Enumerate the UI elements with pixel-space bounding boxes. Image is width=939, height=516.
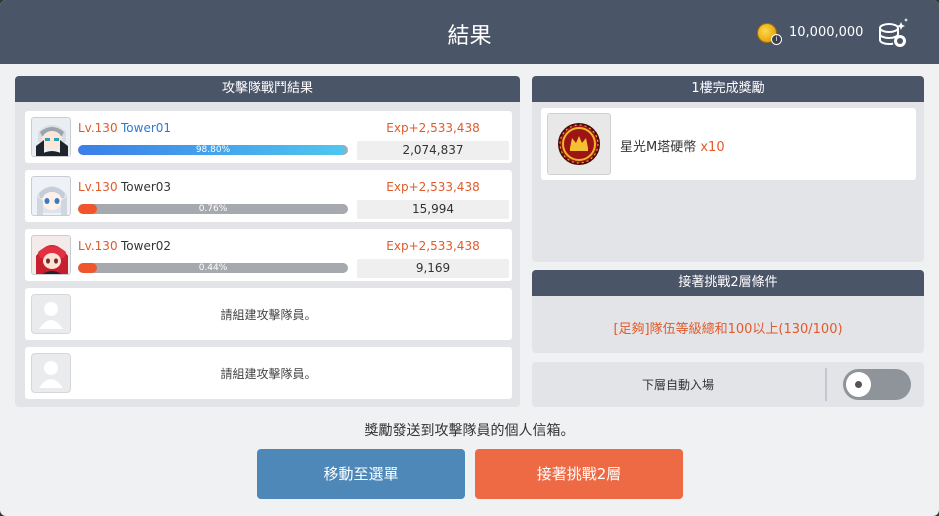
member-damage: 2,074,837	[357, 141, 509, 160]
member-damage: 9,169	[357, 259, 509, 278]
member-level: Lv.130	[78, 121, 118, 135]
character-portrait-icon	[32, 177, 70, 215]
member-name: Tower02	[121, 239, 172, 253]
empty-slot-text: 請組建攻擊隊員。	[220, 367, 317, 381]
damage-share-label: 0.76%	[198, 204, 228, 214]
empty-slot-text: 請組建攻擊隊員。	[220, 308, 317, 322]
member-name: Tower01	[121, 121, 172, 135]
result-window: 結果 i 10,000,000 攻擊隊戰鬥結果 Lv.130 Tower01 9…	[0, 0, 939, 516]
reward-item[interactable]: 星光M塔硬幣 x10	[541, 108, 916, 180]
member-damage: 15,994	[357, 200, 509, 219]
reward-item-name: 星光M塔硬幣	[620, 140, 697, 155]
member-row[interactable]: Lv.130 Tower03 0.76% Exp+2,533,438 15,99…	[25, 170, 512, 222]
damage-share-label: 0.44%	[198, 263, 228, 273]
info-badge-icon[interactable]: i	[771, 34, 782, 45]
auto-enter-label: 下層自動入場	[641, 378, 714, 392]
reward-item-qty: x10	[700, 140, 725, 155]
next-floor-condition-panel: 接著挑戰2層條件 [足夠]隊伍等級總和100以上(130/100)	[532, 270, 924, 353]
reward-item-slot	[547, 113, 611, 175]
toggle-dot-icon	[855, 381, 862, 388]
title-bar: 結果 i 10,000,000	[0, 0, 939, 64]
floor-reward-header: 1樓完成獎勵	[532, 76, 924, 102]
character-avatar	[31, 117, 71, 157]
toggle-knob	[846, 372, 871, 397]
currency-amount: 10,000,000	[789, 25, 864, 40]
challenge-next-floor-button[interactable]: 接著挑戰2層	[475, 449, 683, 499]
character-avatar	[31, 176, 71, 216]
member-row[interactable]: Lv.130 Tower02 0.44% Exp+2,533,438 9,169	[25, 229, 512, 281]
member-exp: Exp+2,533,438	[386, 180, 480, 194]
character-avatar	[31, 235, 71, 275]
empty-member-slot[interactable]: 請組建攻擊隊員。	[25, 288, 512, 340]
member-level: Lv.130	[78, 180, 118, 194]
member-row[interactable]: Lv.130 Tower01 98.80% Exp+2,533,438 2,07…	[25, 111, 512, 163]
go-to-menu-button[interactable]: 移動至選單	[257, 449, 465, 499]
battle-result-header: 攻擊隊戰鬥結果	[15, 76, 520, 102]
auto-enter-toggle[interactable]	[843, 369, 911, 400]
member-name: Tower03	[121, 180, 172, 194]
member-exp: Exp+2,533,438	[386, 121, 480, 135]
damage-share-label: 98.80%	[195, 145, 231, 155]
auto-enter-panel: 下層自動入場	[532, 362, 924, 407]
member-level: Lv.130	[78, 239, 118, 253]
character-portrait-icon	[32, 118, 70, 156]
member-exp: Exp+2,533,438	[386, 239, 480, 253]
condition-header: 接著挑戰2層條件	[532, 270, 924, 296]
tower-coin-icon	[558, 123, 600, 165]
floor-reward-panel: 1樓完成獎勵 星光M塔硬幣 x10	[532, 76, 924, 262]
reward-item-label: 星光M塔硬幣 x10	[620, 136, 725, 155]
condition-text: [足夠]隊伍等級總和100以上(130/100)	[613, 322, 843, 337]
coin-exchange-icon[interactable]	[874, 16, 910, 52]
reward-notice: 獎勵發送到攻擊隊員的個人信箱。	[364, 423, 575, 439]
battle-result-panel: 攻擊隊戰鬥結果 Lv.130 Tower01 98.80% Exp+2,533,…	[15, 76, 520, 407]
divider	[825, 368, 827, 401]
empty-member-slot[interactable]: 請組建攻擊隊員。	[25, 347, 512, 399]
character-portrait-icon	[32, 236, 70, 274]
